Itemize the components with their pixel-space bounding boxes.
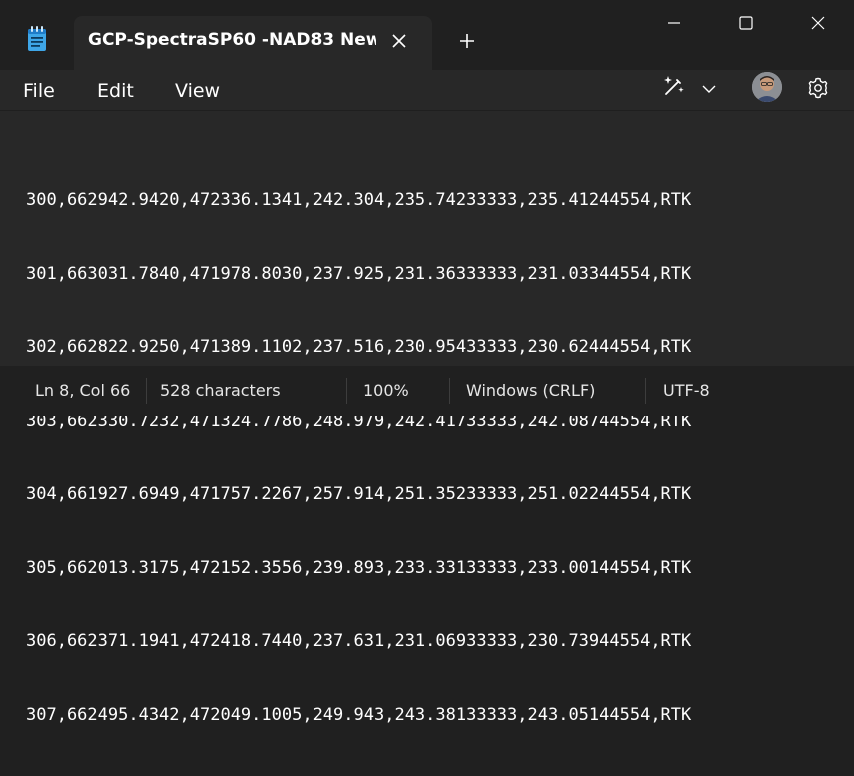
user-avatar[interactable]	[752, 72, 782, 102]
status-bar: Ln 8, Col 66 528 characters 100% Windows…	[0, 366, 854, 416]
editor-line: 301,663031.7840,471978.8030,237.925,231.…	[26, 263, 692, 284]
notepad-icon	[27, 26, 47, 52]
tab-close-icon[interactable]	[386, 28, 412, 54]
menu-edit[interactable]: Edit	[97, 76, 134, 106]
status-divider	[645, 378, 646, 404]
menu-view[interactable]: View	[175, 76, 220, 106]
menu-file[interactable]: File	[23, 76, 55, 106]
editor-line: 306,662371.1941,472418.7440,237.631,231.…	[26, 631, 692, 651]
character-count: 528 characters	[160, 381, 281, 400]
status-divider	[449, 378, 450, 404]
text-editor[interactable]: 300,662942.9420,472336.1341,242.304,235.…	[0, 110, 854, 725]
editor-line: 304,661927.6949,471757.2267,257.914,251.…	[26, 484, 692, 504]
status-divider	[346, 378, 347, 404]
copilot-rewrite-icon	[660, 72, 688, 104]
window-close-icon[interactable]	[782, 0, 854, 46]
document-tab[interactable]: GCP-SpectraSP60 -NAD83 New Jersey	[74, 16, 432, 70]
status-divider	[146, 378, 147, 404]
encoding[interactable]: UTF-8	[663, 381, 710, 400]
title-bar: GCP-SpectraSP60 -NAD83 New Jersey	[0, 0, 854, 70]
editor-line: 305,662013.3175,472152.3556,239.893,233.…	[26, 557, 692, 578]
copilot-rewrite-button[interactable]	[660, 71, 724, 105]
tab-title: GCP-SpectraSP60 -NAD83 New Jersey	[88, 30, 376, 50]
editor-line: 307,662495.4342,472049.1005,249.943,243.…	[26, 704, 692, 725]
minimize-icon[interactable]	[638, 0, 710, 46]
menu-bar: File Edit View	[0, 70, 854, 110]
new-tab-plus-icon[interactable]	[452, 26, 482, 56]
zoom-level[interactable]: 100%	[363, 381, 409, 400]
gear-icon[interactable]	[804, 74, 832, 102]
editor-line: 300,662942.9420,472336.1341,242.304,235.…	[26, 190, 692, 210]
editor-content: 300,662942.9420,472336.1341,242.304,235.…	[26, 139, 691, 776]
chevron-down-icon	[702, 79, 716, 98]
editor-line: 302,662822.9250,471389.1102,237.516,230.…	[26, 337, 692, 357]
maximize-icon[interactable]	[710, 0, 782, 46]
line-ending[interactable]: Windows (CRLF)	[466, 381, 595, 400]
cursor-position[interactable]: Ln 8, Col 66	[35, 381, 130, 400]
